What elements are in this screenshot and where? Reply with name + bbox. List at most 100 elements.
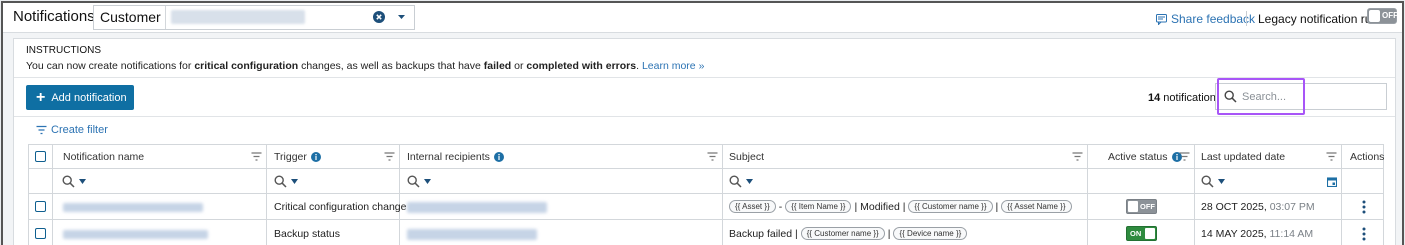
col-header-label: Actions: [1350, 151, 1385, 163]
recipients-redacted: [407, 229, 537, 240]
clear-icon[interactable]: [373, 11, 385, 23]
active-status-toggle[interactable]: OFF: [1126, 199, 1157, 214]
create-filter-label: Create filter: [51, 124, 108, 136]
legacy-rules-toggle[interactable]: OFF: [1367, 8, 1398, 24]
chevron-down-icon[interactable]: [397, 14, 406, 21]
share-feedback-label: Share feedback: [1171, 12, 1256, 26]
toggle-knob: [1145, 228, 1155, 239]
subject-cell: Backup failed | {{ Customer name }} | {{…: [729, 227, 968, 240]
calendar-icon[interactable]: [1327, 177, 1337, 187]
instr-part: .: [636, 60, 640, 72]
instr-part: You can now create notifications for: [26, 60, 195, 72]
info-icon[interactable]: [310, 152, 321, 162]
column-filter-icon[interactable]: [1072, 152, 1083, 162]
instructions-title: INSTRUCTIONS: [26, 45, 101, 56]
chevron-down-icon: [291, 179, 298, 184]
active-status-toggle[interactable]: ON: [1126, 226, 1157, 241]
divider: [14, 116, 1395, 117]
instr-part: changes, as well as backups that have: [298, 60, 484, 72]
toggle-state: OFF: [1382, 11, 1398, 20]
share-feedback-link[interactable]: Share feedback: [1156, 12, 1255, 26]
add-notification-button[interactable]: + Add notification: [26, 85, 134, 110]
customer-label: Customer: [94, 6, 166, 29]
instr-bold: critical configuration: [194, 60, 299, 72]
subject-cell: {{ Asset }} - {{ Item Name }} | Modified…: [729, 200, 1072, 213]
recipients-filter-search[interactable]: [407, 175, 431, 188]
column-filter-icon[interactable]: [384, 152, 395, 162]
toggle-knob: [1128, 201, 1138, 212]
subject-text: Backup failed |: [729, 227, 798, 240]
trigger-filter-search[interactable]: [274, 175, 298, 188]
subject-token: {{ Item Name }}: [785, 200, 852, 213]
create-filter-link[interactable]: Create filter: [36, 124, 108, 136]
column-filter-icon[interactable]: [251, 152, 262, 162]
col-header-recipients[interactable]: Internal recipients: [407, 151, 504, 163]
search-icon: [62, 175, 75, 188]
subject-text: | Modified |: [854, 200, 906, 213]
recipients-redacted: [407, 202, 547, 213]
col-header-updated[interactable]: Last updated date: [1201, 151, 1285, 163]
column-filter-icon[interactable]: [707, 152, 718, 162]
row-checkbox[interactable]: [35, 228, 46, 239]
date-filter-search[interactable]: [1201, 175, 1225, 188]
toggle-state: ON: [1130, 229, 1142, 238]
top-bar: Notifications Customer Share feedback Le…: [3, 3, 1402, 33]
notification-count: 14 notifications: [1148, 92, 1221, 104]
subject-token: {{ Customer name }}: [908, 200, 993, 213]
customer-value-redacted: [171, 10, 305, 24]
search-icon: [1201, 175, 1214, 188]
info-icon[interactable]: [493, 152, 504, 162]
col-header-actions: Actions: [1350, 151, 1384, 163]
subject-token: {{ Device name }}: [893, 227, 968, 240]
col-header-label: Notification name: [63, 151, 145, 163]
time-value: 11:14 AM: [1269, 228, 1314, 240]
subject-sep: |: [887, 227, 891, 240]
toggle-state: OFF: [1140, 202, 1155, 211]
chevron-down-icon: [1218, 179, 1225, 184]
time-value: 03:07 PM: [1269, 201, 1315, 213]
row-checkbox[interactable]: [35, 201, 46, 212]
more-actions-icon[interactable]: [1362, 227, 1366, 241]
search-icon: [729, 175, 742, 188]
plus-icon: +: [36, 88, 46, 106]
customer-selector[interactable]: Customer: [93, 5, 415, 30]
learn-more-link[interactable]: Learn more »: [642, 60, 704, 72]
subject-token: {{ Asset }}: [729, 200, 776, 213]
subject-sep: |: [995, 200, 999, 213]
column-filter-icon[interactable]: [1179, 152, 1190, 162]
subject-token: {{ Customer name }}: [800, 227, 885, 240]
more-actions-icon[interactable]: [1362, 200, 1366, 214]
last-updated-cell: 28 OCT 2025, 03:07 PM: [1201, 201, 1315, 213]
notifications-panel: INSTRUCTIONS You can now create notifica…: [13, 38, 1396, 245]
feedback-icon: [1156, 13, 1167, 25]
col-header-subject[interactable]: Subject: [729, 151, 764, 163]
app-frame: Notifications Customer Share feedback Le…: [1, 1, 1404, 245]
page-title: Notifications: [13, 8, 95, 25]
col-header-trigger[interactable]: Trigger: [274, 151, 321, 163]
col-header-label: Active status: [1108, 151, 1168, 163]
date-value: 14 MAY 2025,: [1201, 228, 1267, 240]
col-header-active[interactable]: Active status: [1108, 151, 1182, 163]
chevron-down-icon: [746, 179, 753, 184]
instr-part: or: [511, 60, 527, 72]
date-value: 28 OCT 2025,: [1201, 201, 1267, 213]
subject-token: {{ Asset Name }}: [1001, 200, 1072, 213]
trigger-cell: Backup status: [274, 228, 340, 240]
notification-name-redacted[interactable]: [63, 203, 203, 212]
subject-sep: -: [778, 200, 783, 213]
count-number: 14: [1148, 92, 1161, 104]
notifications-table: Notification name Trigger Internal recip…: [28, 144, 1384, 245]
name-filter-search[interactable]: [62, 175, 86, 188]
instr-bold: completed with errors: [526, 60, 637, 72]
column-filter-icon[interactable]: [1326, 152, 1337, 162]
divider: [1246, 11, 1247, 26]
col-header-label: Internal recipients: [407, 151, 490, 163]
col-header-name[interactable]: Notification name: [63, 151, 144, 163]
chevron-down-icon: [424, 179, 431, 184]
select-all-checkbox[interactable]: [35, 151, 46, 162]
instr-bold: failed: [483, 60, 512, 72]
divider: [14, 77, 1395, 78]
search-highlight-box: [1217, 78, 1305, 115]
subject-filter-search[interactable]: [729, 175, 753, 188]
notification-name-redacted[interactable]: [63, 230, 208, 239]
